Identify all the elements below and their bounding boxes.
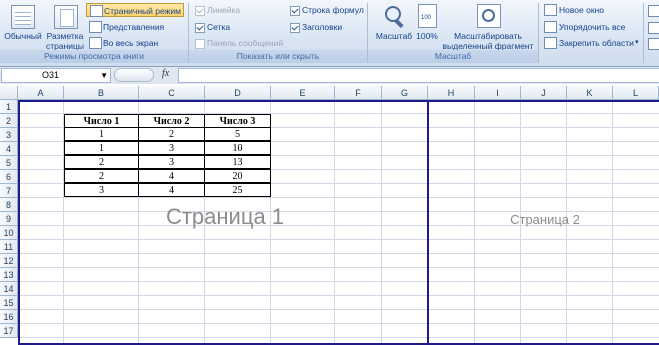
row-header[interactable]: 10	[0, 226, 18, 240]
page-layout-button[interactable]: Разметка страницы	[44, 31, 86, 51]
select-all-corner[interactable]	[0, 86, 18, 100]
zoom-selection-icon[interactable]	[477, 4, 501, 28]
page-layout-label-1: Разметка	[46, 31, 84, 41]
name-box[interactable]: O31 ▼	[1, 68, 111, 83]
formula-divider-handle[interactable]	[114, 68, 154, 82]
normal-view-icon[interactable]	[11, 5, 35, 29]
row-header[interactable]: 15	[0, 296, 18, 310]
message-bar-checkbox	[195, 39, 205, 49]
row-header[interactable]: 5	[0, 156, 18, 170]
column-header[interactable]: L	[613, 86, 659, 100]
row-header[interactable]: 13	[0, 268, 18, 282]
custom-views-button[interactable]: Представления	[86, 20, 184, 34]
column-header[interactable]: D	[205, 86, 271, 100]
ruler-label: Линейка	[207, 5, 241, 15]
ruler-checkbox	[195, 6, 205, 16]
row-header[interactable]: 2	[0, 114, 18, 128]
column-header[interactable]: F	[335, 86, 382, 100]
name-box-dropdown-icon[interactable]: ▼	[100, 69, 108, 82]
normal-view-button[interactable]: Обычный	[2, 31, 44, 41]
column-header[interactable]: A	[18, 86, 64, 100]
column-header[interactable]: H	[428, 86, 475, 100]
gridlines-checkbox[interactable]	[195, 23, 205, 33]
zoom-selection-label-1: Масштабировать	[454, 31, 522, 41]
full-screen-icon	[89, 37, 102, 49]
zoom-to-selection-button[interactable]: Масштабировать выделенный фрагмент	[440, 31, 536, 51]
formula-bar-label: Строка формул	[302, 5, 364, 15]
unhide-window-icon[interactable]	[648, 38, 659, 50]
page-1-boundary[interactable]	[18, 100, 429, 345]
row-header[interactable]: 7	[0, 184, 18, 198]
custom-views-icon	[89, 21, 102, 33]
new-window-label: Новое окно	[559, 5, 604, 15]
row-header[interactable]: 9	[0, 212, 18, 226]
column-header[interactable]: J	[521, 86, 567, 100]
row-header[interactable]: 8	[0, 198, 18, 212]
arrange-all-label: Упорядочить все	[559, 22, 626, 32]
group-label-show: Показать или скрыть	[189, 50, 367, 63]
freeze-panes-label: Закрепить области	[559, 38, 634, 48]
zoom-100-icon[interactable]: 100	[418, 4, 437, 28]
row-header[interactable]: 4	[0, 142, 18, 156]
new-window-icon	[544, 4, 557, 16]
zoom-100-button[interactable]: 100%	[414, 31, 440, 41]
column-header[interactable]: B	[64, 86, 139, 100]
page-break-label: Страничный режим	[104, 6, 181, 16]
row-header[interactable]: 1	[0, 100, 18, 114]
row-header[interactable]: 14	[0, 282, 18, 296]
row-header[interactable]: 11	[0, 240, 18, 254]
zoom-button[interactable]: Масштаб	[373, 31, 415, 41]
page-break-preview-button[interactable]: Страничный режим	[86, 3, 184, 17]
zoom-magnifier-icon[interactable]	[383, 5, 407, 29]
headings-label: Заголовки	[302, 22, 343, 32]
formula-bar-checkbox[interactable]	[290, 6, 300, 16]
row-header[interactable]: 3	[0, 128, 18, 142]
freeze-panes-icon	[544, 37, 557, 49]
arrange-all-icon	[544, 21, 557, 33]
page-layout-icon[interactable]	[54, 5, 78, 29]
full-screen-button[interactable]: Во весь экран	[86, 36, 184, 50]
page-2-boundary[interactable]	[427, 100, 659, 345]
column-header[interactable]: K	[567, 86, 613, 100]
split-icon[interactable]	[648, 5, 659, 17]
hide-window-icon[interactable]	[648, 22, 659, 34]
column-header[interactable]: C	[139, 86, 205, 100]
group-separator	[643, 3, 644, 63]
column-header[interactable]: E	[271, 86, 335, 100]
dropdown-arrow-icon: ▾	[635, 39, 639, 46]
message-bar-label: Панель сообщений	[207, 38, 284, 48]
column-header[interactable]: I	[475, 86, 521, 100]
group-label-views: Режимы просмотра книги	[0, 50, 188, 63]
row-header[interactable]: 12	[0, 254, 18, 268]
row-header[interactable]: 16	[0, 310, 18, 324]
full-screen-label: Во весь экран	[103, 38, 159, 48]
gridlines-label: Сетка	[207, 22, 231, 32]
formula-input[interactable]	[178, 68, 659, 83]
row-header[interactable]: 17	[0, 324, 18, 338]
group-separator	[538, 3, 539, 63]
headings-checkbox[interactable]	[290, 23, 300, 33]
group-label-zoom: Масштаб	[368, 50, 538, 63]
row-header[interactable]: 6	[0, 170, 18, 184]
insert-function-icon[interactable]: fx	[162, 68, 169, 79]
name-box-value: O31	[42, 70, 60, 80]
custom-views-label: Представления	[103, 22, 165, 32]
column-header[interactable]: G	[382, 86, 428, 100]
page-break-icon	[90, 5, 103, 17]
ribbon: Обычный Разметка страницы Страничный реж…	[0, 0, 659, 67]
